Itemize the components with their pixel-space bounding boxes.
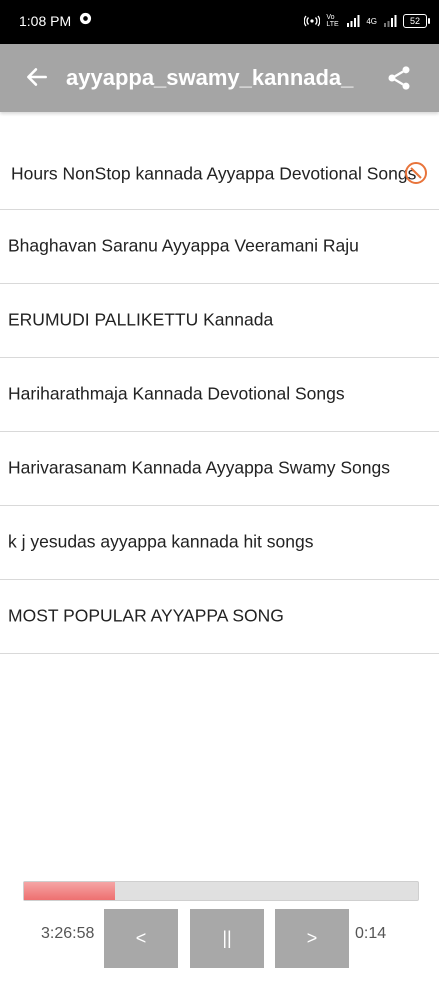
network-label: 4G xyxy=(366,16,377,26)
elapsed-time: 3:26:58 xyxy=(41,925,95,942)
app-bar: ayyappa_swamy_kannada_ xyxy=(0,44,439,112)
list-item[interactable]: Harivarasanam Kannada Ayyappa Swamy Song… xyxy=(0,432,439,506)
status-bar: 1:08 PM Vo LTE 4G 52 xyxy=(0,0,439,44)
notification-icon xyxy=(79,12,92,25)
song-title: ERUMUDI PALLIKETTU Kannada xyxy=(8,309,274,330)
song-list: Hours NonStop kannada Ayyappa Devotional… xyxy=(0,112,439,654)
signal-icon-2 xyxy=(384,15,397,27)
status-icons: Vo LTE 4G 52 xyxy=(304,12,430,30)
list-item[interactable]: MOST POPULAR AYYAPPA SONG xyxy=(0,580,439,654)
seek-bar-fill xyxy=(24,882,115,900)
previous-button[interactable]: < xyxy=(104,909,178,968)
remaining-time: 0:14 xyxy=(355,925,387,942)
share-icon[interactable] xyxy=(385,64,413,92)
status-time: 1:08 PM xyxy=(19,13,72,29)
now-playing-icon xyxy=(405,162,427,184)
volte-label: Vo LTE xyxy=(326,14,339,28)
list-item[interactable]: ERUMUDI PALLIKETTU Kannada xyxy=(0,284,439,358)
next-button[interactable]: > xyxy=(275,909,349,968)
list-item[interactable]: Hours NonStop kannada Ayyappa Devotional… xyxy=(0,112,439,210)
page-title: ayyappa_swamy_kannada_ xyxy=(66,65,354,90)
list-item[interactable]: k j yesudas ayyappa kannada hit songs xyxy=(0,506,439,580)
song-title: Hariharathmaja Kannada Devotional Songs xyxy=(8,383,345,404)
hotspot-icon xyxy=(304,15,321,27)
signal-icon xyxy=(347,15,360,27)
song-title: Hours NonStop kannada Ayyappa Devotional… xyxy=(11,163,417,184)
list-item[interactable]: Bhaghavan Saranu Ayyappa Veeramani Raju xyxy=(0,210,439,284)
list-item[interactable]: Hariharathmaja Kannada Devotional Songs xyxy=(0,358,439,432)
song-title: k j yesudas ayyappa kannada hit songs xyxy=(8,531,314,552)
song-title: MOST POPULAR AYYAPPA SONG xyxy=(8,605,284,626)
battery-indicator: 52 xyxy=(403,14,430,28)
song-title: Bhaghavan Saranu Ayyappa Veeramani Raju xyxy=(8,235,359,256)
song-title: Harivarasanam Kannada Ayyappa Swamy Song… xyxy=(8,457,390,478)
arrow-left-icon[interactable] xyxy=(24,64,50,90)
pause-button[interactable]: || xyxy=(190,909,264,968)
seek-bar[interactable] xyxy=(23,881,419,901)
